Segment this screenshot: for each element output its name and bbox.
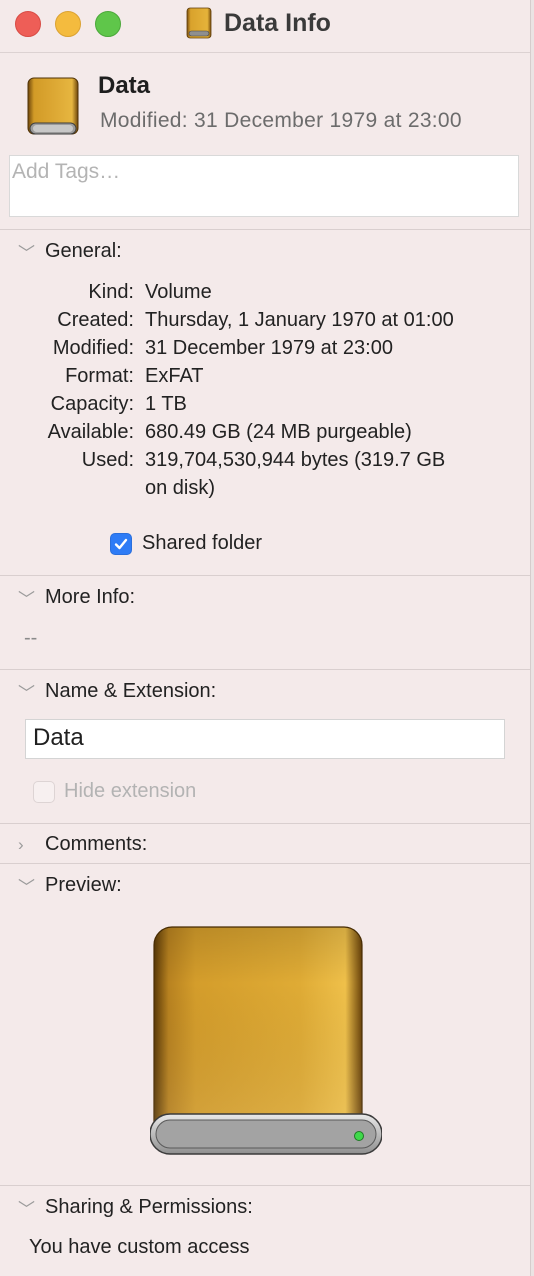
more-info-value: -- xyxy=(24,627,38,649)
info-label: Available: xyxy=(47,421,134,443)
info-value: 319,704,530,944 bytes (319.7 GB xyxy=(145,449,446,471)
divider xyxy=(0,863,530,864)
info-row: Available: 680.49 GB (24 MB purgeable) xyxy=(0,421,530,445)
item-name: Data xyxy=(98,72,151,99)
shared-folder-label[interactable]: Shared folder xyxy=(142,532,262,555)
item-modified: Modified: 31 December 1979 at 23:00 xyxy=(100,109,462,132)
info-label: Kind: xyxy=(88,281,134,303)
info-window: Data Info Data Modified: 31 December 197… xyxy=(0,0,531,1276)
section-comments-title: Comments: xyxy=(45,833,148,855)
drive-icon xyxy=(186,7,212,39)
minimize-button[interactable] xyxy=(55,11,81,37)
access-status: You have custom access xyxy=(29,1236,250,1258)
info-label: Created: xyxy=(57,309,134,331)
chevron-down-icon: ﹀ xyxy=(18,590,35,609)
checkmark-icon xyxy=(114,538,128,550)
info-row: Kind: Volume xyxy=(0,281,530,305)
window-title-wrap: Data Info xyxy=(186,6,331,40)
divider xyxy=(0,823,530,824)
chevron-down-icon: ﹀ xyxy=(18,1200,35,1219)
drive-icon xyxy=(27,77,79,135)
chevron-down-icon: ﹀ xyxy=(18,878,35,897)
info-row: Used: 319,704,530,944 bytes (319.7 GB on… xyxy=(0,449,530,501)
section-preview-title: Preview: xyxy=(45,874,122,896)
divider xyxy=(0,1185,530,1186)
tags-input[interactable]: Add Tags… xyxy=(9,155,519,217)
info-value: 680.49 GB (24 MB purgeable) xyxy=(145,421,412,443)
zoom-button[interactable] xyxy=(95,11,121,37)
chevron-right-icon: › xyxy=(18,834,24,854)
info-row: Format: ExFAT xyxy=(0,365,530,389)
divider xyxy=(0,575,530,576)
info-value: ExFAT xyxy=(145,365,204,387)
section-more-info-title: More Info: xyxy=(45,586,136,608)
section-name-extension-title: Name & Extension: xyxy=(45,680,217,702)
info-value: Thursday, 1 January 1970 at 01:00 xyxy=(145,309,454,331)
info-value: Volume xyxy=(145,281,212,303)
title-bar: Data Info xyxy=(0,0,530,53)
info-value: 31 December 1979 at 23:00 xyxy=(145,337,393,359)
info-label: Format: xyxy=(65,365,134,387)
section-comments[interactable]: › Comments: xyxy=(18,833,147,856)
drive-preview-image xyxy=(150,926,382,1155)
info-row: Modified: 31 December 1979 at 23:00 xyxy=(0,337,530,361)
section-preview[interactable]: ﹀ Preview: xyxy=(18,873,122,898)
hide-extension-checkbox[interactable] xyxy=(33,781,55,803)
window-title: Data Info xyxy=(224,8,331,37)
info-label: Modified: xyxy=(52,337,134,359)
section-general[interactable]: ﹀ General: xyxy=(18,239,122,264)
info-label: Capacity: xyxy=(50,393,134,415)
hide-extension-label[interactable]: Hide extension xyxy=(64,780,196,803)
info-value: 1 TB xyxy=(145,393,187,415)
section-more-info[interactable]: ﹀ More Info: xyxy=(18,585,135,610)
name-input[interactable]: Data xyxy=(25,719,505,759)
divider xyxy=(0,229,530,230)
chevron-down-icon: ﹀ xyxy=(18,684,35,703)
shared-folder-checkbox[interactable] xyxy=(110,533,132,555)
section-sharing-title: Sharing & Permissions: xyxy=(45,1196,253,1218)
info-label: Used: xyxy=(81,449,134,471)
close-button[interactable] xyxy=(15,11,41,37)
section-general-title: General: xyxy=(45,240,122,262)
chevron-down-icon: ﹀ xyxy=(18,244,35,263)
info-value-continued: on disk) xyxy=(145,477,216,499)
info-row: Capacity: 1 TB xyxy=(0,393,530,417)
info-row: Created: Thursday, 1 January 1970 at 01:… xyxy=(0,309,530,333)
section-name-extension[interactable]: ﹀ Name & Extension: xyxy=(18,679,216,704)
section-sharing-permissions[interactable]: ﹀ Sharing & Permissions: xyxy=(18,1195,253,1220)
divider xyxy=(0,669,530,670)
